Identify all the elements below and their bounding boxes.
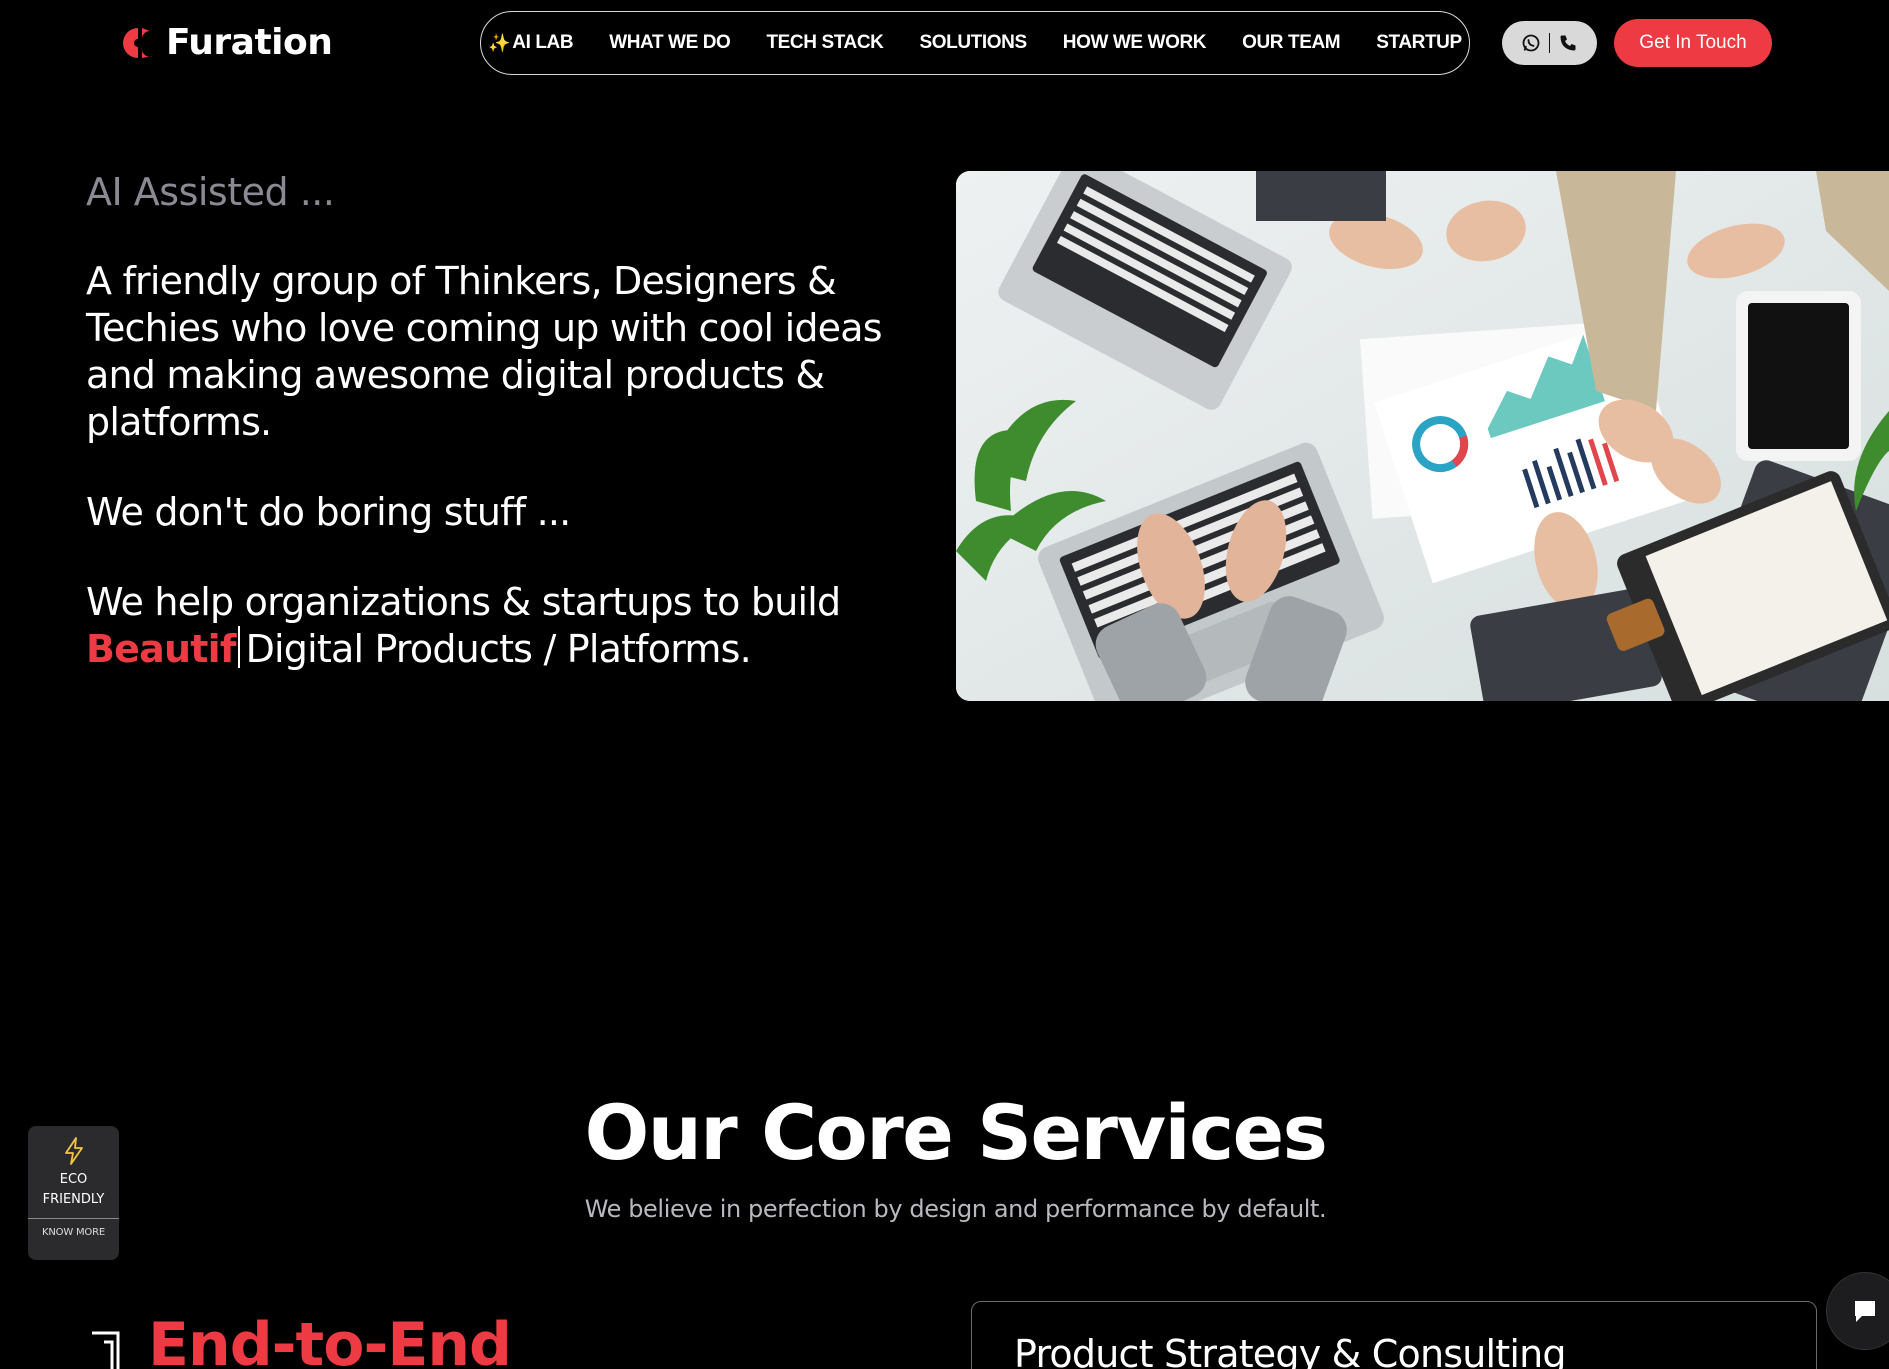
service-card-title: Product Strategy & Consulting bbox=[1014, 1332, 1567, 1369]
furation-logo-icon bbox=[123, 27, 153, 58]
hero-intro: A friendly group of Thinkers, Designers … bbox=[86, 259, 883, 444]
phone-icon[interactable] bbox=[1558, 33, 1578, 53]
text-caret bbox=[237, 626, 240, 668]
hero-help-line: We help organizations & startups to buil… bbox=[86, 580, 841, 624]
hero-eyebrow: AI Assisted ... bbox=[86, 170, 335, 214]
brand-logo[interactable]: Furation bbox=[122, 22, 333, 63]
typed-word: Beautif bbox=[86, 627, 236, 671]
chat-bubble-icon bbox=[1855, 1301, 1875, 1322]
hero-tagline: We don't do boring stuff ... bbox=[86, 490, 571, 534]
nav-item-ai-lab[interactable]: ✨ AI LAB bbox=[470, 32, 591, 54]
hero-typed-line: Beautif Digital Products / Platforms. bbox=[86, 626, 906, 673]
eco-divider bbox=[28, 1218, 119, 1219]
service-card-product-strategy[interactable]: Product Strategy & Consulting bbox=[971, 1301, 1817, 1369]
hero-copy: A friendly group of Thinkers, Designers … bbox=[86, 258, 906, 673]
nav-item-startup[interactable]: STARTUP bbox=[1358, 32, 1480, 54]
services-title: Our Core Services bbox=[584, 1088, 1328, 1177]
hero-team-photo bbox=[956, 171, 1889, 701]
eco-label-line1: ECO bbox=[59, 1172, 88, 1187]
nav-item-tech-stack[interactable]: TECH STACK bbox=[748, 32, 901, 54]
nav-item-our-team[interactable]: OUR TEAM bbox=[1224, 32, 1358, 54]
team-desk-illustration bbox=[956, 171, 1889, 701]
contact-icons-pill bbox=[1502, 21, 1597, 65]
nav-item-solutions[interactable]: SOLUTIONS bbox=[902, 32, 1045, 54]
main-nav: ✨ AI LAB WHAT WE DO TECH STACK SOLUTIONS… bbox=[480, 11, 1470, 75]
brand-name: Furation bbox=[166, 22, 333, 63]
whatsapp-icon[interactable] bbox=[1521, 33, 1541, 53]
eco-label-line2: FRIENDLY bbox=[42, 1192, 105, 1207]
sparkles-icon: ✨ bbox=[488, 32, 511, 53]
know-more-link[interactable]: KNOW MORE bbox=[28, 1227, 119, 1238]
nav-item-what-we-do[interactable]: WHAT WE DO bbox=[591, 32, 748, 54]
nav-item-label: AI LAB bbox=[512, 32, 574, 53]
eco-friendly-badge[interactable]: ECO FRIENDLY KNOW MORE bbox=[28, 1126, 119, 1260]
end-to-end-heading: End-to-End bbox=[148, 1310, 512, 1369]
get-in-touch-button[interactable]: Get In Touch bbox=[1614, 19, 1772, 67]
hero-help-block: We help organizations & startups to buil… bbox=[86, 579, 906, 673]
typed-suffix: Digital Products / Platforms. bbox=[245, 627, 752, 671]
step-one-icon bbox=[92, 1331, 120, 1369]
services-subtitle: We believe in perfection by design and p… bbox=[584, 1195, 1327, 1223]
lightning-bolt-icon bbox=[64, 1137, 83, 1165]
pill-divider bbox=[1548, 33, 1551, 53]
nav-item-how-we-work[interactable]: HOW WE WORK bbox=[1045, 32, 1224, 54]
chat-widget-button[interactable] bbox=[1826, 1272, 1889, 1350]
